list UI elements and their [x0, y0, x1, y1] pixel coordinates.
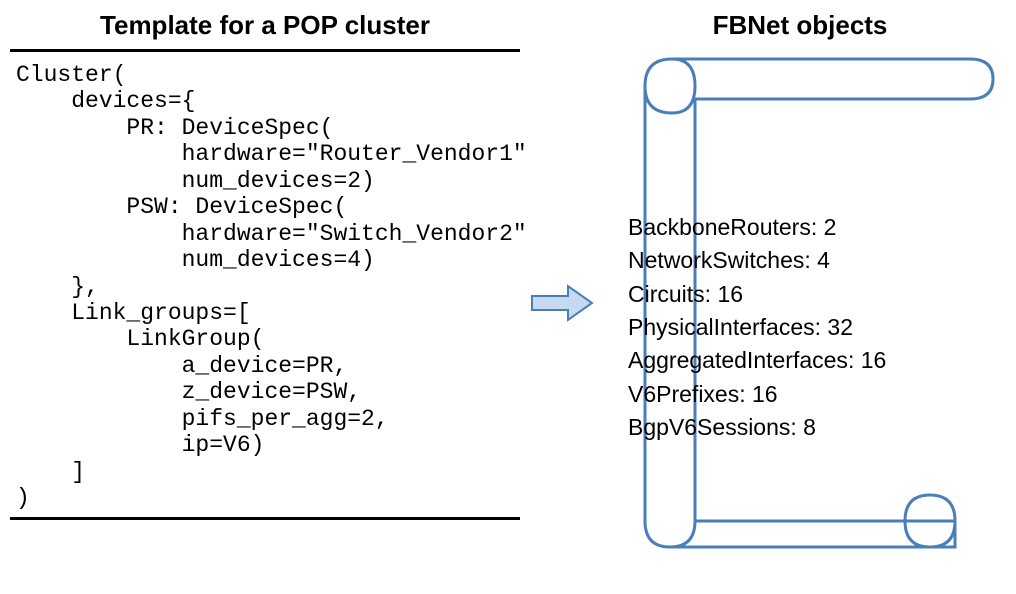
title-divider	[10, 49, 520, 52]
item-label: Circuits	[628, 281, 705, 307]
scroll-container: BackboneRouters: 2 NetworkSwitches: 4 Ci…	[600, 51, 995, 571]
item-value: 16	[861, 347, 887, 373]
fbnet-title: FBNet objects	[600, 10, 1000, 51]
item-label: NetworkSwitches	[628, 247, 804, 273]
template-title: Template for a POP cluster	[10, 10, 520, 49]
list-item: BackboneRouters: 2	[628, 211, 886, 244]
item-value: 16	[717, 281, 743, 307]
item-value: 16	[752, 381, 778, 407]
template-panel: Template for a POP cluster Cluster( devi…	[10, 10, 520, 520]
item-value: 2	[824, 214, 837, 240]
fbnet-list: BackboneRouters: 2 NetworkSwitches: 4 Ci…	[628, 211, 886, 444]
list-item: PhysicalInterfaces: 32	[628, 311, 886, 344]
item-value: 32	[827, 314, 853, 340]
arrow-icon	[530, 282, 595, 324]
bottom-divider	[10, 517, 520, 520]
item-label: AggregatedInterfaces	[628, 347, 848, 373]
list-item: NetworkSwitches: 4	[628, 244, 886, 277]
list-item: BgpV6Sessions: 8	[628, 411, 886, 444]
item-value: 8	[803, 414, 816, 440]
list-item: AggregatedInterfaces: 16	[628, 344, 886, 377]
fbnet-panel: FBNet objects BackboneRouters: 2 Network…	[600, 10, 1000, 571]
item-label: BackboneRouters	[628, 214, 811, 240]
item-value: 4	[817, 247, 830, 273]
list-item: Circuits: 16	[628, 278, 886, 311]
list-item: V6Prefixes: 16	[628, 378, 886, 411]
item-label: V6Prefixes	[628, 381, 739, 407]
item-label: PhysicalInterfaces	[628, 314, 815, 340]
template-code: Cluster( devices={ PR: DeviceSpec( hardw…	[10, 62, 520, 511]
item-label: BgpV6Sessions	[628, 414, 790, 440]
